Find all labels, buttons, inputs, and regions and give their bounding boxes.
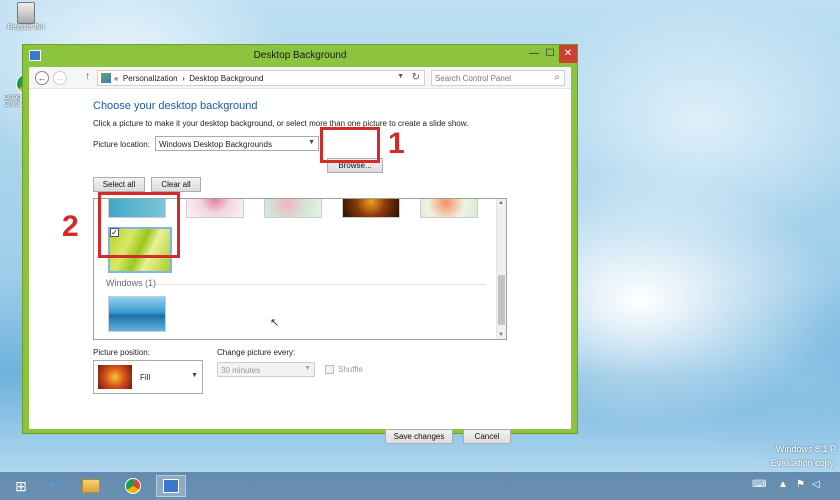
address-bar[interactable]: « Personalization › Desktop Background ▼… bbox=[97, 70, 425, 86]
annotation-box-browse bbox=[320, 127, 380, 163]
internet-explorer-icon[interactable]: e bbox=[38, 475, 68, 497]
change-picture-label: Change picture every: bbox=[217, 348, 296, 357]
windows-start-icon[interactable]: ⊞ bbox=[6, 475, 36, 497]
scroll-up-icon[interactable]: ▲ bbox=[498, 200, 504, 206]
wallpaper-thumbnail[interactable] bbox=[186, 199, 244, 218]
back-button[interactable]: ← bbox=[35, 71, 49, 85]
watermark-line-1: Windows 8.1 P bbox=[775, 444, 836, 454]
chrome-icon[interactable] bbox=[118, 475, 148, 497]
change-picture-value: 30 minutes bbox=[221, 366, 261, 375]
clear-all-button[interactable]: Clear all bbox=[151, 177, 201, 192]
save-changes-button[interactable]: Save changes bbox=[385, 429, 453, 444]
forward-button[interactable]: → bbox=[53, 71, 67, 85]
annotation-callout-2: 2 bbox=[62, 210, 79, 243]
search-input[interactable] bbox=[435, 73, 545, 84]
shuffle-checkbox[interactable] bbox=[325, 365, 334, 374]
minimize-button[interactable]: — bbox=[527, 45, 541, 63]
gallery-group-divider bbox=[156, 284, 486, 285]
picture-location-value: Windows Desktop Backgrounds bbox=[159, 140, 272, 149]
chevron-down-icon[interactable]: ▼ bbox=[397, 73, 404, 80]
cancel-button[interactable]: Cancel bbox=[463, 429, 511, 444]
search-icon[interactable]: ⌕ bbox=[554, 72, 560, 83]
change-picture-dropdown[interactable]: 30 minutes ▼ bbox=[217, 362, 315, 377]
wallpaper-thumbnail[interactable] bbox=[108, 296, 166, 332]
volume-icon[interactable]: ◁ bbox=[812, 479, 820, 490]
desktop-icon-label: Google Chrome bbox=[4, 94, 20, 108]
shuffle-label: Shuffle bbox=[338, 365, 363, 374]
select-all-button[interactable]: Select all bbox=[93, 177, 145, 192]
annotation-callout-1: 1 bbox=[388, 127, 405, 160]
wallpaper-thumbnail[interactable] bbox=[420, 199, 478, 218]
maximize-button[interactable]: ☐ bbox=[543, 45, 557, 63]
gallery-scrollbar[interactable]: ▲ ▼ bbox=[496, 199, 506, 339]
control-panel-icon[interactable] bbox=[156, 475, 186, 497]
flag-icon[interactable]: ⚑ bbox=[796, 479, 805, 490]
recycle-bin-icon bbox=[17, 2, 35, 24]
watermark-line-2: Evaluation copy. bbox=[770, 458, 836, 468]
annotation-box-thumbnail bbox=[98, 192, 180, 258]
keyboard-icon[interactable]: ⌨ bbox=[752, 479, 766, 490]
picture-position-value: Fill bbox=[140, 373, 151, 382]
taskbar: ⊞ e ⌨ ▲ ⚑ ◁ bbox=[0, 472, 840, 500]
gallery-group-label: Windows (1) bbox=[106, 278, 157, 288]
picture-location-label: Picture location: bbox=[93, 140, 150, 149]
breadcrumb-overflow[interactable]: « bbox=[114, 74, 118, 83]
wallpaper-thumbnail[interactable] bbox=[264, 199, 322, 218]
close-button[interactable]: ✕ bbox=[559, 45, 577, 63]
chevron-down-icon: ▼ bbox=[304, 365, 311, 372]
picture-location-dropdown[interactable]: Windows Desktop Backgrounds ▼ bbox=[155, 136, 319, 151]
breadcrumb-separator: › bbox=[182, 74, 185, 83]
desktop-icon-recycle-bin[interactable]: Recycle Bin bbox=[4, 2, 48, 31]
mouse-cursor-icon: ↖ bbox=[270, 317, 280, 329]
position-preview-image bbox=[98, 365, 132, 389]
breadcrumb-personalization[interactable]: Personalization bbox=[123, 74, 178, 83]
window-title: Desktop Background bbox=[253, 50, 347, 61]
network-icon[interactable]: ▲ bbox=[778, 479, 788, 490]
control-panel-icon bbox=[101, 73, 111, 83]
up-button[interactable]: ↑ bbox=[85, 71, 90, 82]
picture-position-dropdown[interactable]: Fill ▼ bbox=[93, 360, 203, 394]
titlebar[interactable]: Desktop Background — ☐ ✕ bbox=[23, 45, 577, 67]
chevron-down-icon: ▼ bbox=[308, 139, 315, 146]
page-title: Choose your desktop background bbox=[93, 100, 258, 112]
refresh-icon[interactable]: ↻ bbox=[412, 72, 420, 83]
chevron-down-icon: ▼ bbox=[191, 372, 198, 379]
picture-position-label: Picture position: bbox=[93, 348, 150, 357]
search-box[interactable]: ⌕ bbox=[431, 70, 565, 86]
desktop-icon-label: Recycle Bin bbox=[7, 24, 45, 31]
breadcrumb-desktop-background[interactable]: Desktop Background bbox=[189, 74, 263, 83]
address-toolbar: ← → ↑ « Personalization › Desktop Backgr… bbox=[29, 67, 571, 89]
wallpaper-thumbnail[interactable] bbox=[342, 199, 400, 218]
scrollbar-thumb[interactable] bbox=[498, 275, 505, 325]
file-explorer-icon[interactable] bbox=[76, 475, 106, 497]
breadcrumb: « Personalization › Desktop Background bbox=[114, 74, 263, 83]
scroll-down-icon[interactable]: ▼ bbox=[498, 332, 504, 338]
page-description: Click a picture to make it your desktop … bbox=[93, 119, 469, 128]
